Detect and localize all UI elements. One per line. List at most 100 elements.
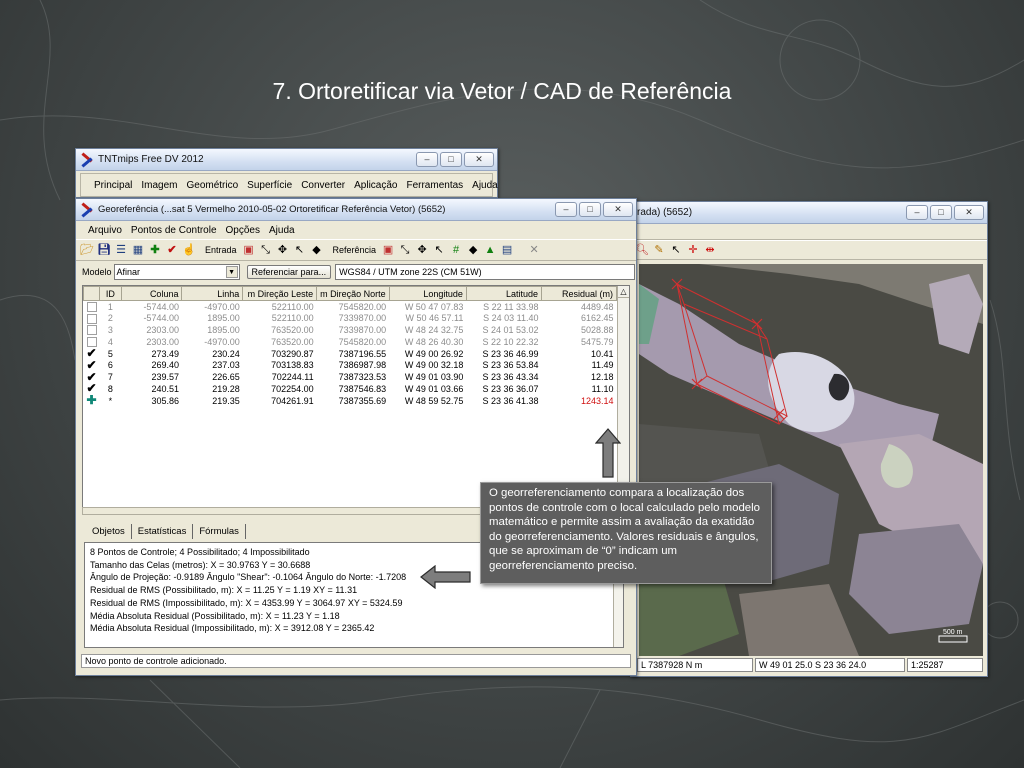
list-icon[interactable]: ☰: [114, 243, 128, 257]
new-point-plus-icon[interactable]: ✚: [84, 394, 100, 407]
crosshair-icon[interactable]: ✛: [686, 243, 700, 257]
tab-formulas[interactable]: Fórmulas: [193, 524, 246, 539]
cell-north: 7387355.69: [338, 395, 387, 406]
header-id[interactable]: ID: [99, 286, 122, 301]
menu-ajuda[interactable]: Ajuda: [472, 180, 498, 191]
georef-minimize-button[interactable]: –: [555, 202, 577, 217]
cell-col: 2303.00: [146, 324, 179, 335]
cell-lon: W 48 26 40.30: [404, 336, 464, 347]
table-icon[interactable]: ▦: [131, 243, 145, 257]
main-window: TNTmips Free DV 2012 – □ ✕ Principal Ima…: [75, 148, 498, 198]
entrada-zoom-icon[interactable]: ⤡: [259, 243, 273, 257]
model-select[interactable]: Afinar ▼: [113, 264, 240, 280]
tab-estatisticas[interactable]: Estatísticas: [132, 524, 194, 539]
zoom-icon[interactable]: 🔍︎: [635, 243, 649, 257]
table-row[interactable]: ✔ 7 239.57 226.65 702244.11 7387323.53 W 49 01…: [84, 371, 617, 383]
cell-north: 7387196.55: [338, 348, 387, 359]
minimize-button[interactable]: –: [416, 152, 438, 167]
menu-principal[interactable]: Principal: [94, 180, 132, 191]
point-checkbox[interactable]: [84, 301, 100, 313]
reference-map[interactable]: 500 m: [639, 264, 983, 656]
grid-icon[interactable]: #: [449, 243, 463, 257]
table-row[interactable]: 2 -5744.00 1895.00 522110.00 7339870.00 W 50 …: [84, 312, 617, 324]
layer-icon[interactable]: ▤: [500, 243, 514, 257]
cell-lon: W 48 24 32.75: [404, 324, 464, 335]
menu-superficie[interactable]: Superfície: [247, 180, 292, 191]
header-mark: [83, 286, 101, 301]
header-longitude[interactable]: Longitude: [388, 286, 467, 301]
ref-toolbar: 🔍︎ ✎ ↖ ✛ ⇹: [631, 240, 987, 260]
table-row[interactable]: ✚ * 305.86 219.35 704261.91 7387355.69 W 48 59…: [84, 394, 617, 407]
layer-add-icon[interactable]: ▲: [483, 243, 497, 257]
cell-col: 269.40: [151, 360, 179, 371]
cell-id: 4: [107, 336, 113, 347]
header-residual[interactable]: Residual (m): [541, 286, 617, 301]
menu-geometrico[interactable]: Geométrico: [186, 180, 238, 191]
close-button[interactable]: ✕: [464, 152, 494, 167]
table-row[interactable]: ✔ 8 240.51 219.28 702254.00 7387546.83 W 49 01…: [84, 382, 617, 395]
ref-close-button[interactable]: ✕: [954, 205, 984, 220]
menu-converter[interactable]: Converter: [301, 180, 345, 191]
menu-ajuda-georef[interactable]: Ajuda: [269, 225, 295, 236]
cell-lat: S 24 01 53.02: [482, 324, 539, 335]
open-folder-icon[interactable]: 📂︎: [80, 243, 94, 257]
header-coluna[interactable]: Coluna: [120, 286, 183, 301]
ref-minimize-button[interactable]: –: [906, 205, 928, 220]
tab-objetos[interactable]: Objetos: [86, 524, 132, 539]
header-direcao-norte[interactable]: m Direção Norte: [316, 286, 390, 301]
referencia-image-icon[interactable]: ▣: [381, 243, 395, 257]
point-checkbox[interactable]: [84, 312, 100, 324]
entrada-cursor-icon[interactable]: ↖: [293, 243, 307, 257]
cell-lat: S 23 36 41.38: [482, 395, 539, 406]
entrada-pan-icon[interactable]: ✥: [276, 243, 290, 257]
menu-opcoes[interactable]: Opções: [226, 225, 260, 236]
referencia-cursor-icon[interactable]: ↖: [432, 243, 446, 257]
cell-east: 702254.00: [271, 383, 314, 394]
measure-icon[interactable]: ⇹: [703, 243, 717, 257]
cell-res: 4489.48: [580, 301, 614, 312]
entrada-image-icon[interactable]: ▣: [242, 243, 256, 257]
reference-window-titlebar[interactable]: rada) (5652) – □ ✕: [631, 202, 987, 224]
table-row[interactable]: ✔ 5 273.49 230.24 703290.87 7387196.55 W 49 00…: [84, 347, 617, 360]
cursor-icon[interactable]: ↖: [669, 243, 683, 257]
cell-north: 7386987.98: [338, 360, 387, 371]
point-checkbox[interactable]: [84, 324, 100, 336]
menu-ferramentas[interactable]: Ferramentas: [406, 180, 463, 191]
control-points-table-frame: ID Coluna Linha m Direção Leste m Direçã…: [82, 285, 630, 509]
header-latitude[interactable]: Latitude: [465, 286, 543, 301]
menu-aplicacao[interactable]: Aplicação: [354, 180, 397, 191]
add-point-icon[interactable]: ✚: [148, 243, 162, 257]
georef-titlebar[interactable]: Georeferência (...sat 5 Vermelho 2010-05…: [76, 199, 636, 221]
header-direcao-leste[interactable]: m Direção Leste: [242, 286, 318, 301]
referencia-pan-icon[interactable]: ✥: [415, 243, 429, 257]
ref-maximize-button[interactable]: □: [930, 205, 952, 220]
stat-line-rms-impossible: Residual de RMS (Impossibilitado, m): X …: [90, 597, 403, 608]
header-linha[interactable]: Linha: [181, 286, 244, 301]
table-row[interactable]: ✔ 6 269.40 237.03 703138.83 7386987.98 W 49 00…: [84, 359, 617, 371]
menu-pontos-de-controle[interactable]: Pontos de Controle: [131, 225, 217, 236]
cell-col: -5744.00: [143, 301, 179, 312]
main-window-titlebar[interactable]: TNTmips Free DV 2012 – □ ✕: [76, 149, 497, 171]
cell-lon: W 48 59 52.75: [404, 395, 464, 406]
menu-arquivo[interactable]: Arquivo: [88, 225, 122, 236]
menu-imagem[interactable]: Imagem: [141, 180, 177, 191]
control-points-body: 1 -5744.00 -4970.00 522110.00 7545820.00 W 50…: [84, 301, 617, 407]
hand-icon[interactable]: ☝: [182, 243, 196, 257]
georef-close-button[interactable]: ✕: [603, 202, 633, 217]
table-row[interactable]: 1 -5744.00 -4970.00 522110.00 7545820.00 W 50…: [84, 301, 617, 313]
save-icon[interactable]: 💾︎: [97, 243, 111, 257]
scroll-up-icon[interactable]: △: [618, 286, 629, 298]
cell-res: 11.10: [591, 383, 614, 394]
delete-icon[interactable]: ✕: [527, 243, 541, 257]
maximize-button[interactable]: □: [440, 152, 462, 167]
table-row[interactable]: 3 2303.00 1895.00 763520.00 7339870.00 W 48 2…: [84, 324, 617, 336]
pencil-icon[interactable]: ✎: [652, 243, 666, 257]
referencia-tag-icon[interactable]: ◆: [466, 243, 480, 257]
referencia-zoom-icon[interactable]: ⤡: [398, 243, 412, 257]
referenciar-para-button[interactable]: Referenciar para...: [246, 265, 332, 279]
check-icon[interactable]: ✔: [165, 243, 179, 257]
georef-maximize-button[interactable]: □: [579, 202, 601, 217]
crs-field[interactable]: WGS84 / UTM zone 22S (CM 51W): [335, 264, 636, 280]
entrada-tag-icon[interactable]: ◆: [310, 243, 324, 257]
table-row[interactable]: 4 2303.00 -4970.00 763520.00 7545820.00 W 48 …: [84, 336, 617, 348]
